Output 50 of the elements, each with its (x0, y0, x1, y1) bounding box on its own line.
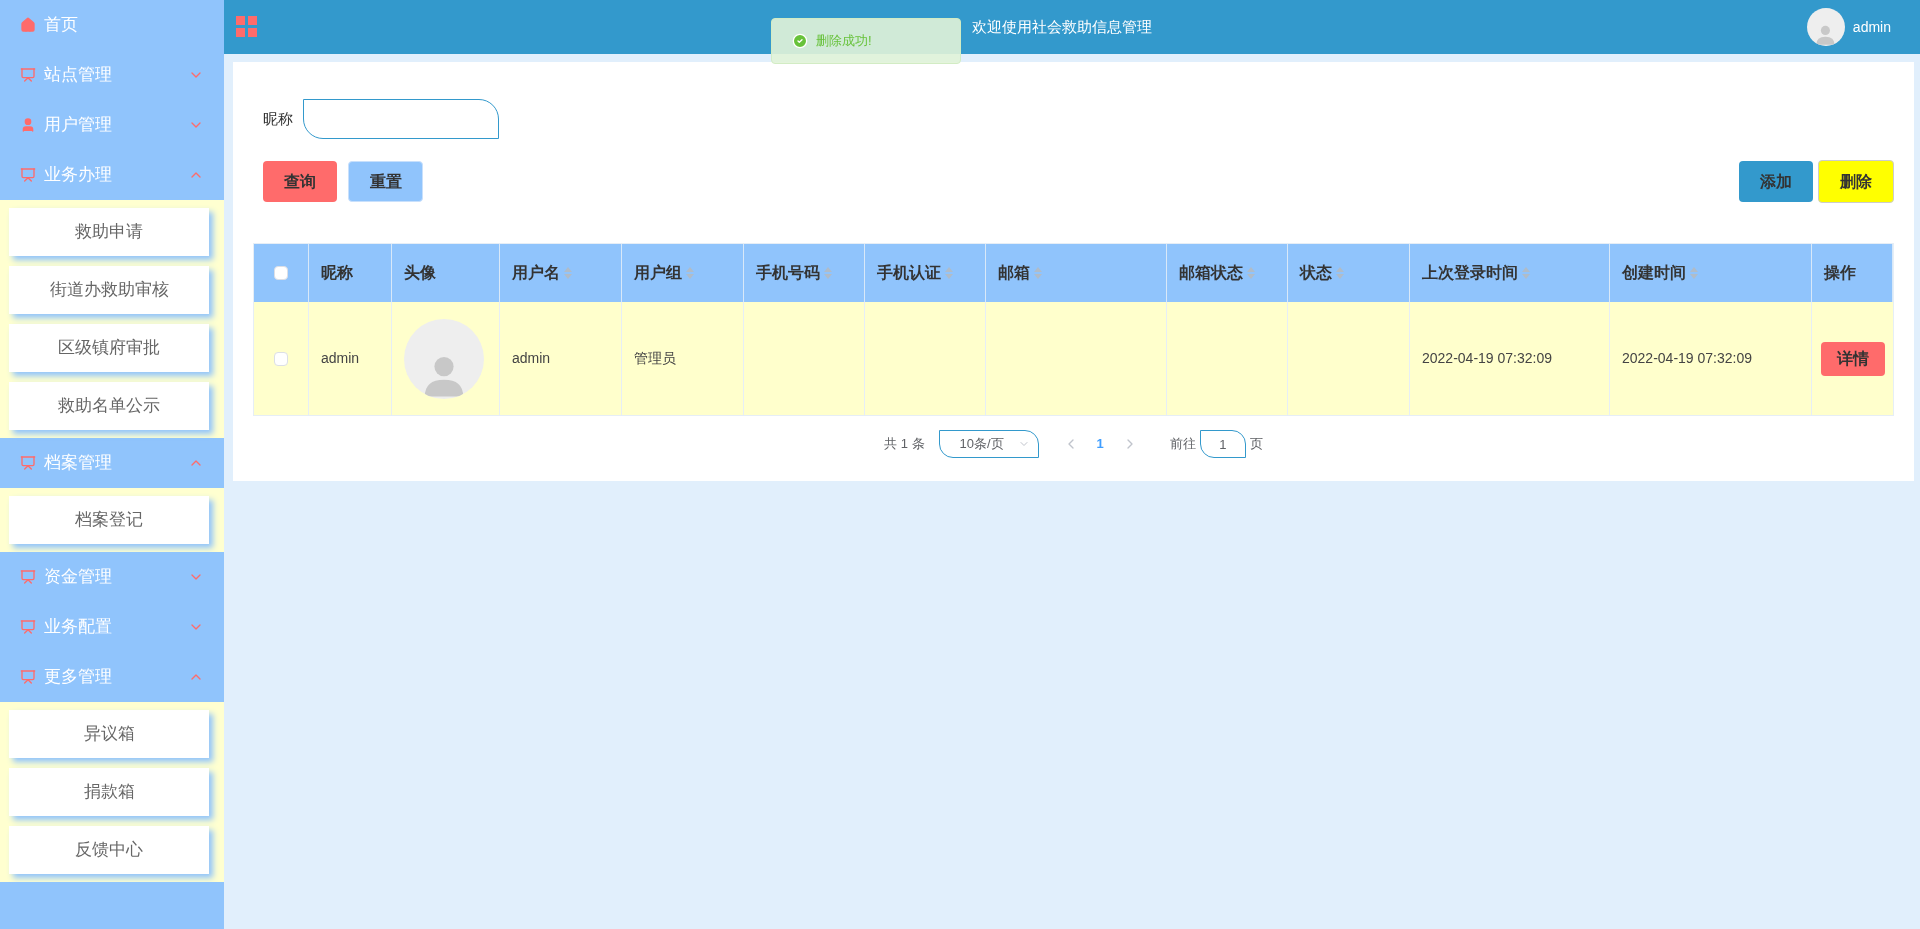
submenu-item[interactable]: 异议箱 (9, 710, 209, 758)
easel-icon (20, 669, 36, 685)
sort-icon[interactable] (1247, 267, 1255, 279)
submenu-item[interactable]: 档案登记 (9, 496, 209, 544)
sort-icon[interactable] (824, 267, 832, 279)
avatar (1806, 8, 1845, 46)
delete-button[interactable]: 删除 (1818, 160, 1894, 203)
checkbox[interactable] (274, 266, 288, 280)
reset-button[interactable]: 重置 (348, 161, 423, 202)
field-label: 昵称 (263, 108, 293, 129)
easel-icon (20, 455, 36, 471)
sort-icon[interactable] (564, 267, 572, 279)
sort-icon[interactable] (1690, 267, 1698, 279)
total-count: 共 1 条 (884, 435, 925, 454)
home-icon (20, 17, 36, 33)
easel-icon (20, 167, 36, 183)
sort-icon[interactable] (686, 267, 694, 279)
detail-button[interactable]: 详情 (1820, 341, 1885, 376)
table-cell-text: 2022-04-19 07:32:09 (1422, 349, 1552, 368)
add-button[interactable]: 添加 (1739, 161, 1813, 202)
goto-label: 前往 (1169, 435, 1196, 454)
submenu-item[interactable]: 捐款箱 (9, 768, 209, 816)
table-cell-text: 2022-04-19 07:32:09 (1622, 349, 1752, 368)
nickname-input[interactable] (303, 99, 499, 139)
grid-icon[interactable] (236, 16, 258, 38)
submenu-item[interactable]: 救助申请 (9, 208, 209, 256)
submenu-item[interactable]: 反馈中心 (9, 826, 209, 874)
user-icon (20, 117, 36, 133)
page-input[interactable]: 1 (1199, 430, 1246, 458)
easel-icon (20, 569, 36, 585)
user-name[interactable]: admin (1852, 16, 1891, 38)
query-button[interactable]: 查询 (263, 161, 337, 202)
easel-icon (20, 67, 36, 83)
table-cell-text: admin (512, 349, 551, 368)
submenu-item[interactable]: 区级镇府审批 (9, 324, 209, 372)
sort-icon[interactable] (1336, 267, 1344, 279)
table-cell-text: admin (321, 349, 360, 368)
check-circle-icon (792, 33, 808, 49)
submenu-item[interactable]: 救助名单公示 (9, 382, 209, 430)
table-cell-text: 管理员 (634, 349, 676, 368)
submenu-item[interactable]: 街道办救助审核 (9, 266, 209, 314)
easel-icon (20, 619, 36, 635)
sort-icon[interactable] (1034, 267, 1042, 279)
header-title: 欢迎使用社会救助信息管理 (972, 16, 1153, 37)
checkbox[interactable] (274, 351, 288, 366)
page-size-select[interactable]: 10条/页 (938, 430, 1039, 458)
sort-icon[interactable] (945, 267, 953, 279)
toast-message: 删除成功! (816, 32, 872, 51)
sort-icon[interactable] (1522, 267, 1530, 279)
page-suffix: 页 (1249, 435, 1263, 454)
